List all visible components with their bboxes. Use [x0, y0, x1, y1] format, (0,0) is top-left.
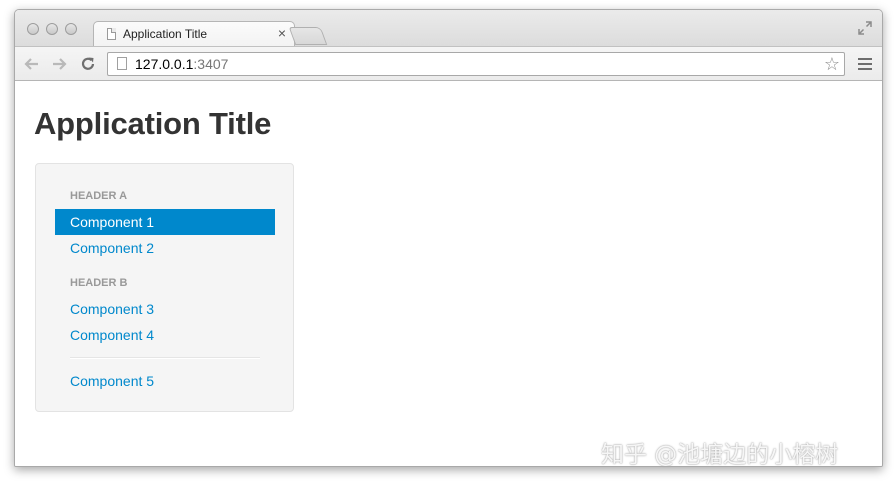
- url-text: 127.0.0.1:3407: [135, 56, 229, 72]
- star-icon[interactable]: ☆: [824, 53, 840, 75]
- page-icon: [117, 57, 127, 70]
- nav-item-component-4[interactable]: Component 4: [55, 322, 275, 348]
- tab-close-icon[interactable]: ×: [278, 25, 286, 41]
- sidebar-nav: HEADER A Component 1 Component 2 HEADER …: [35, 163, 294, 412]
- document-icon: [107, 28, 116, 40]
- nav-divider: [70, 357, 260, 359]
- nav-item-component-2[interactable]: Component 2: [55, 235, 275, 261]
- browser-window: Application Title × 127.0.0.1:3407 ☆ App…: [14, 9, 883, 467]
- tab-strip: Application Title ×: [15, 10, 882, 48]
- zoom-window-button[interactable]: [65, 23, 77, 35]
- new-tab-button[interactable]: [288, 27, 328, 45]
- nav-item-component-1[interactable]: Component 1: [55, 209, 275, 235]
- tab-application-title[interactable]: Application Title ×: [93, 21, 295, 48]
- tab-title: Application Title: [123, 27, 208, 41]
- page-title: Application Title: [34, 106, 272, 141]
- watermark: 知乎 @池塘边的小榕树: [601, 442, 839, 468]
- address-bar[interactable]: 127.0.0.1:3407 ☆: [107, 52, 845, 76]
- minimize-window-button[interactable]: [46, 23, 58, 35]
- page-content: Application Title HEADER A Component 1 C…: [15, 81, 882, 466]
- fullscreen-icon[interactable]: [858, 21, 872, 35]
- browser-toolbar: 127.0.0.1:3407 ☆: [15, 46, 882, 81]
- back-arrow-icon[interactable]: [21, 53, 43, 75]
- close-window-button[interactable]: [27, 23, 39, 35]
- nav-header-a: HEADER A: [70, 190, 128, 202]
- nav-item-component-3[interactable]: Component 3: [55, 296, 275, 322]
- nav-item-component-5[interactable]: Component 5: [55, 368, 275, 394]
- forward-arrow-icon[interactable]: [48, 53, 70, 75]
- reload-icon[interactable]: [77, 53, 99, 75]
- nav-header-b: HEADER B: [70, 277, 128, 289]
- menu-icon[interactable]: [858, 58, 872, 70]
